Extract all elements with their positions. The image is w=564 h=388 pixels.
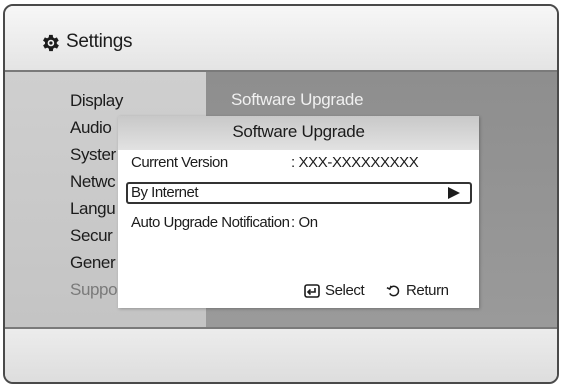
arrow-right-icon <box>448 187 460 199</box>
select-button[interactable]: Select <box>325 282 365 299</box>
current-version-value: : XXX-XXXXXXXXX <box>291 154 419 171</box>
sidebar-item-language[interactable]: Langu <box>70 199 116 219</box>
software-upgrade-dialog: Software Upgrade Current Version : XXX-X… <box>118 116 479 308</box>
sidebar-item-network[interactable]: Netwc <box>70 172 116 192</box>
page-title: Settings <box>66 31 133 52</box>
sidebar-item-audio[interactable]: Audio <box>70 118 112 138</box>
return-button[interactable]: Return <box>406 282 449 299</box>
return-icon <box>386 285 400 297</box>
current-version-label: Current Version <box>131 154 228 171</box>
by-internet-label: By Internet <box>131 184 199 201</box>
sidebar-item-security[interactable]: Secur <box>70 226 113 246</box>
sidebar-item-general[interactable]: Gener <box>70 253 116 273</box>
sidebar-item-system[interactable]: Syster <box>70 145 116 165</box>
section-title: Software Upgrade <box>231 90 364 109</box>
auto-upgrade-value: : On <box>291 214 318 231</box>
enter-icon <box>304 284 320 298</box>
gear-icon <box>43 34 59 52</box>
bottom-bar <box>5 327 557 382</box>
header: Settings <box>5 6 557 72</box>
sidebar-item-display[interactable]: Display <box>70 91 123 111</box>
auto-upgrade-label[interactable]: Auto Upgrade Notification <box>131 214 290 231</box>
dialog-title: Software Upgrade <box>232 122 365 141</box>
settings-window: Settings Display Audio Syster Netwc Lang… <box>3 4 559 384</box>
